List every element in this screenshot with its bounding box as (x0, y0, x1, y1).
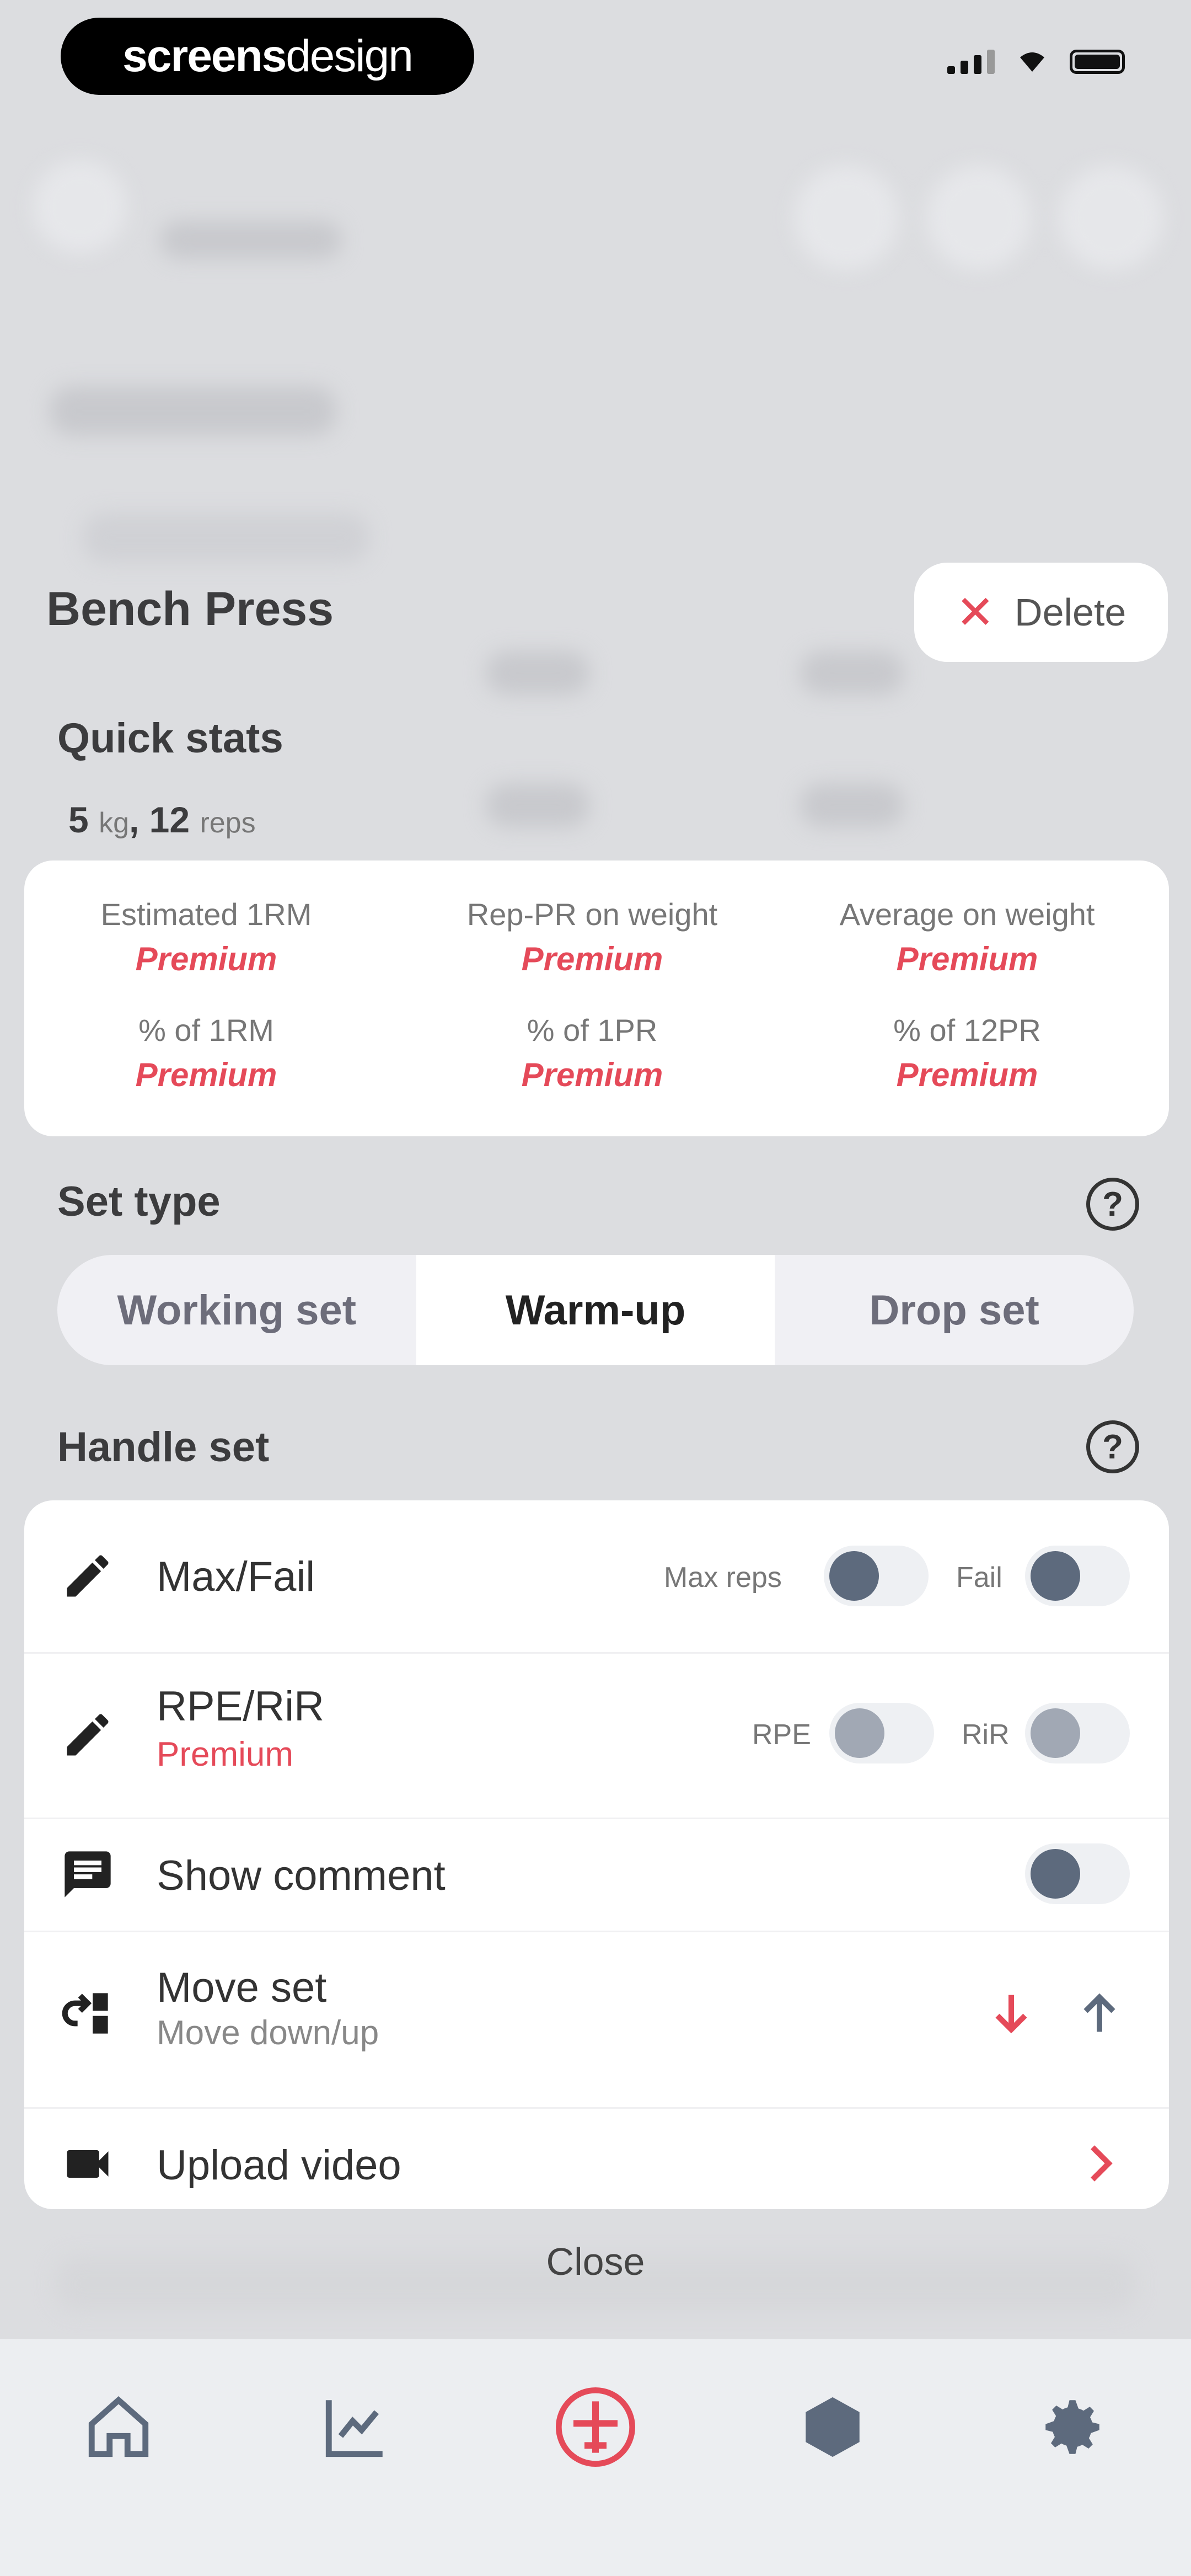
brand-thin: design (286, 31, 414, 81)
stat-label: % of 1PR (527, 1013, 658, 1047)
tab-exercises[interactable] (788, 2383, 877, 2471)
chevron-right-icon (1072, 2136, 1127, 2191)
rir-toggle[interactable] (1025, 1703, 1130, 1763)
battery-icon (1070, 50, 1125, 74)
stat-label: % of 12PR (893, 1013, 1041, 1047)
quick-stats-card: Estimated 1RM Premium Rep-PR on weight P… (24, 861, 1169, 1136)
rpe-rir-premium: Premium (157, 1735, 294, 1773)
move-set-subtitle: Move down/up (157, 2014, 379, 2052)
chart-icon (325, 2400, 383, 2457)
close-icon: ✕ (956, 586, 995, 638)
tab-settings[interactable] (1028, 2383, 1117, 2471)
weight-unit: kg (99, 807, 129, 839)
stat-value: Premium (521, 1056, 663, 1093)
exercise-title: Bench Press (46, 582, 334, 635)
row-show-comment: Show comment (24, 1818, 1169, 1932)
set-type-working[interactable]: Working set (57, 1255, 416, 1365)
stat-label: Rep-PR on weight (466, 897, 718, 932)
stat-label: Average on weight (839, 897, 1095, 932)
max-reps-label: Max reps (664, 1562, 782, 1594)
arrow-up-icon[interactable] (1072, 1986, 1127, 2041)
stat-value: Premium (521, 940, 663, 977)
stat-value: Premium (896, 1056, 1038, 1093)
row-rpe-rir: RPE/RiR Premium RPE RiR (24, 1652, 1169, 1819)
tab-statistics[interactable] (312, 2383, 400, 2471)
comment-icon (57, 1844, 118, 1905)
home-icon (88, 2396, 149, 2457)
reps-unit: reps (200, 807, 256, 839)
tab-bar (0, 2339, 1191, 2576)
signal-icon (947, 50, 995, 74)
stat-average: Average on weight Premium (785, 896, 1149, 978)
row-max-fail: Max/Fail Max reps Fail (24, 1500, 1169, 1654)
pencil-icon (57, 1704, 118, 1765)
stat-label: Estimated 1RM (100, 897, 312, 932)
stat-value: Premium (135, 940, 277, 977)
set-type-segmented-control: Working set Warm-up Drop set (57, 1255, 1134, 1365)
stat-pct-12pr: % of 12PR Premium (785, 1012, 1149, 1094)
rpe-rir-title: RPE/RiR (157, 1683, 325, 1730)
brand-bold: screens (122, 31, 287, 81)
rir-label: RiR (962, 1719, 1010, 1751)
delete-button[interactable]: ✕ Delete (914, 563, 1168, 662)
help-icon[interactable]: ? (1086, 1178, 1139, 1231)
stat-pct-1pr: % of 1PR Premium (410, 1012, 774, 1094)
delete-label: Delete (1015, 591, 1126, 634)
row-upload-video[interactable]: Upload video (24, 2107, 1169, 2209)
status-icons (947, 50, 1125, 74)
settings-icon (1045, 2400, 1099, 2454)
max-fail-title: Max/Fail (157, 1553, 315, 1600)
stat-value: Premium (135, 1056, 277, 1093)
upload-video-title: Upload video (157, 2142, 401, 2189)
stat-value: Premium (896, 940, 1038, 977)
box-icon (806, 2397, 860, 2457)
set-type-title: Set type (57, 1178, 221, 1225)
handle-set-title: Handle set (57, 1424, 270, 1471)
move-set-title: Move set (157, 1964, 327, 2011)
show-comment-title: Show comment (157, 1852, 446, 1899)
pencil-icon (57, 1546, 118, 1606)
set-type-warmup[interactable]: Warm-up (416, 1255, 775, 1365)
rpe-toggle[interactable] (829, 1703, 934, 1763)
brand-logo: screens design (61, 18, 474, 95)
fail-toggle[interactable] (1025, 1546, 1130, 1606)
show-comment-toggle[interactable] (1025, 1843, 1130, 1904)
video-icon (57, 2134, 118, 2194)
weight-value: 5 (68, 799, 89, 840)
quick-stats-title: Quick stats (57, 715, 283, 762)
handle-set-card: Max/Fail Max reps Fail RPE/RiR Premium R… (24, 1500, 1169, 2209)
stat-estimated-1rm: Estimated 1RM Premium (24, 896, 388, 978)
stat-pct-1rm: % of 1RM Premium (24, 1012, 388, 1094)
tab-home[interactable] (74, 2383, 163, 2471)
stat-label: % of 1RM (138, 1013, 274, 1047)
workout-icon (556, 2387, 635, 2467)
wifi-icon (1020, 52, 1044, 72)
rpe-label: RPE (752, 1719, 811, 1751)
arrow-down-icon[interactable] (984, 1986, 1039, 2041)
stat-rep-pr: Rep-PR on weight Premium (410, 896, 774, 978)
reps-value: 12 (149, 799, 190, 840)
close-button[interactable]: Close (0, 2240, 1191, 2284)
fail-label: Fail (956, 1562, 1002, 1594)
move-icon (57, 1983, 118, 2044)
max-reps-toggle[interactable] (824, 1546, 929, 1606)
help-icon[interactable]: ? (1086, 1420, 1139, 1473)
tab-workout[interactable] (551, 2383, 640, 2471)
row-move-set: Move set Move down/up (24, 1931, 1169, 2109)
set-type-drop[interactable]: Drop set (775, 1255, 1134, 1365)
quick-stats-summary: 5 kg, 12 reps (68, 799, 256, 840)
